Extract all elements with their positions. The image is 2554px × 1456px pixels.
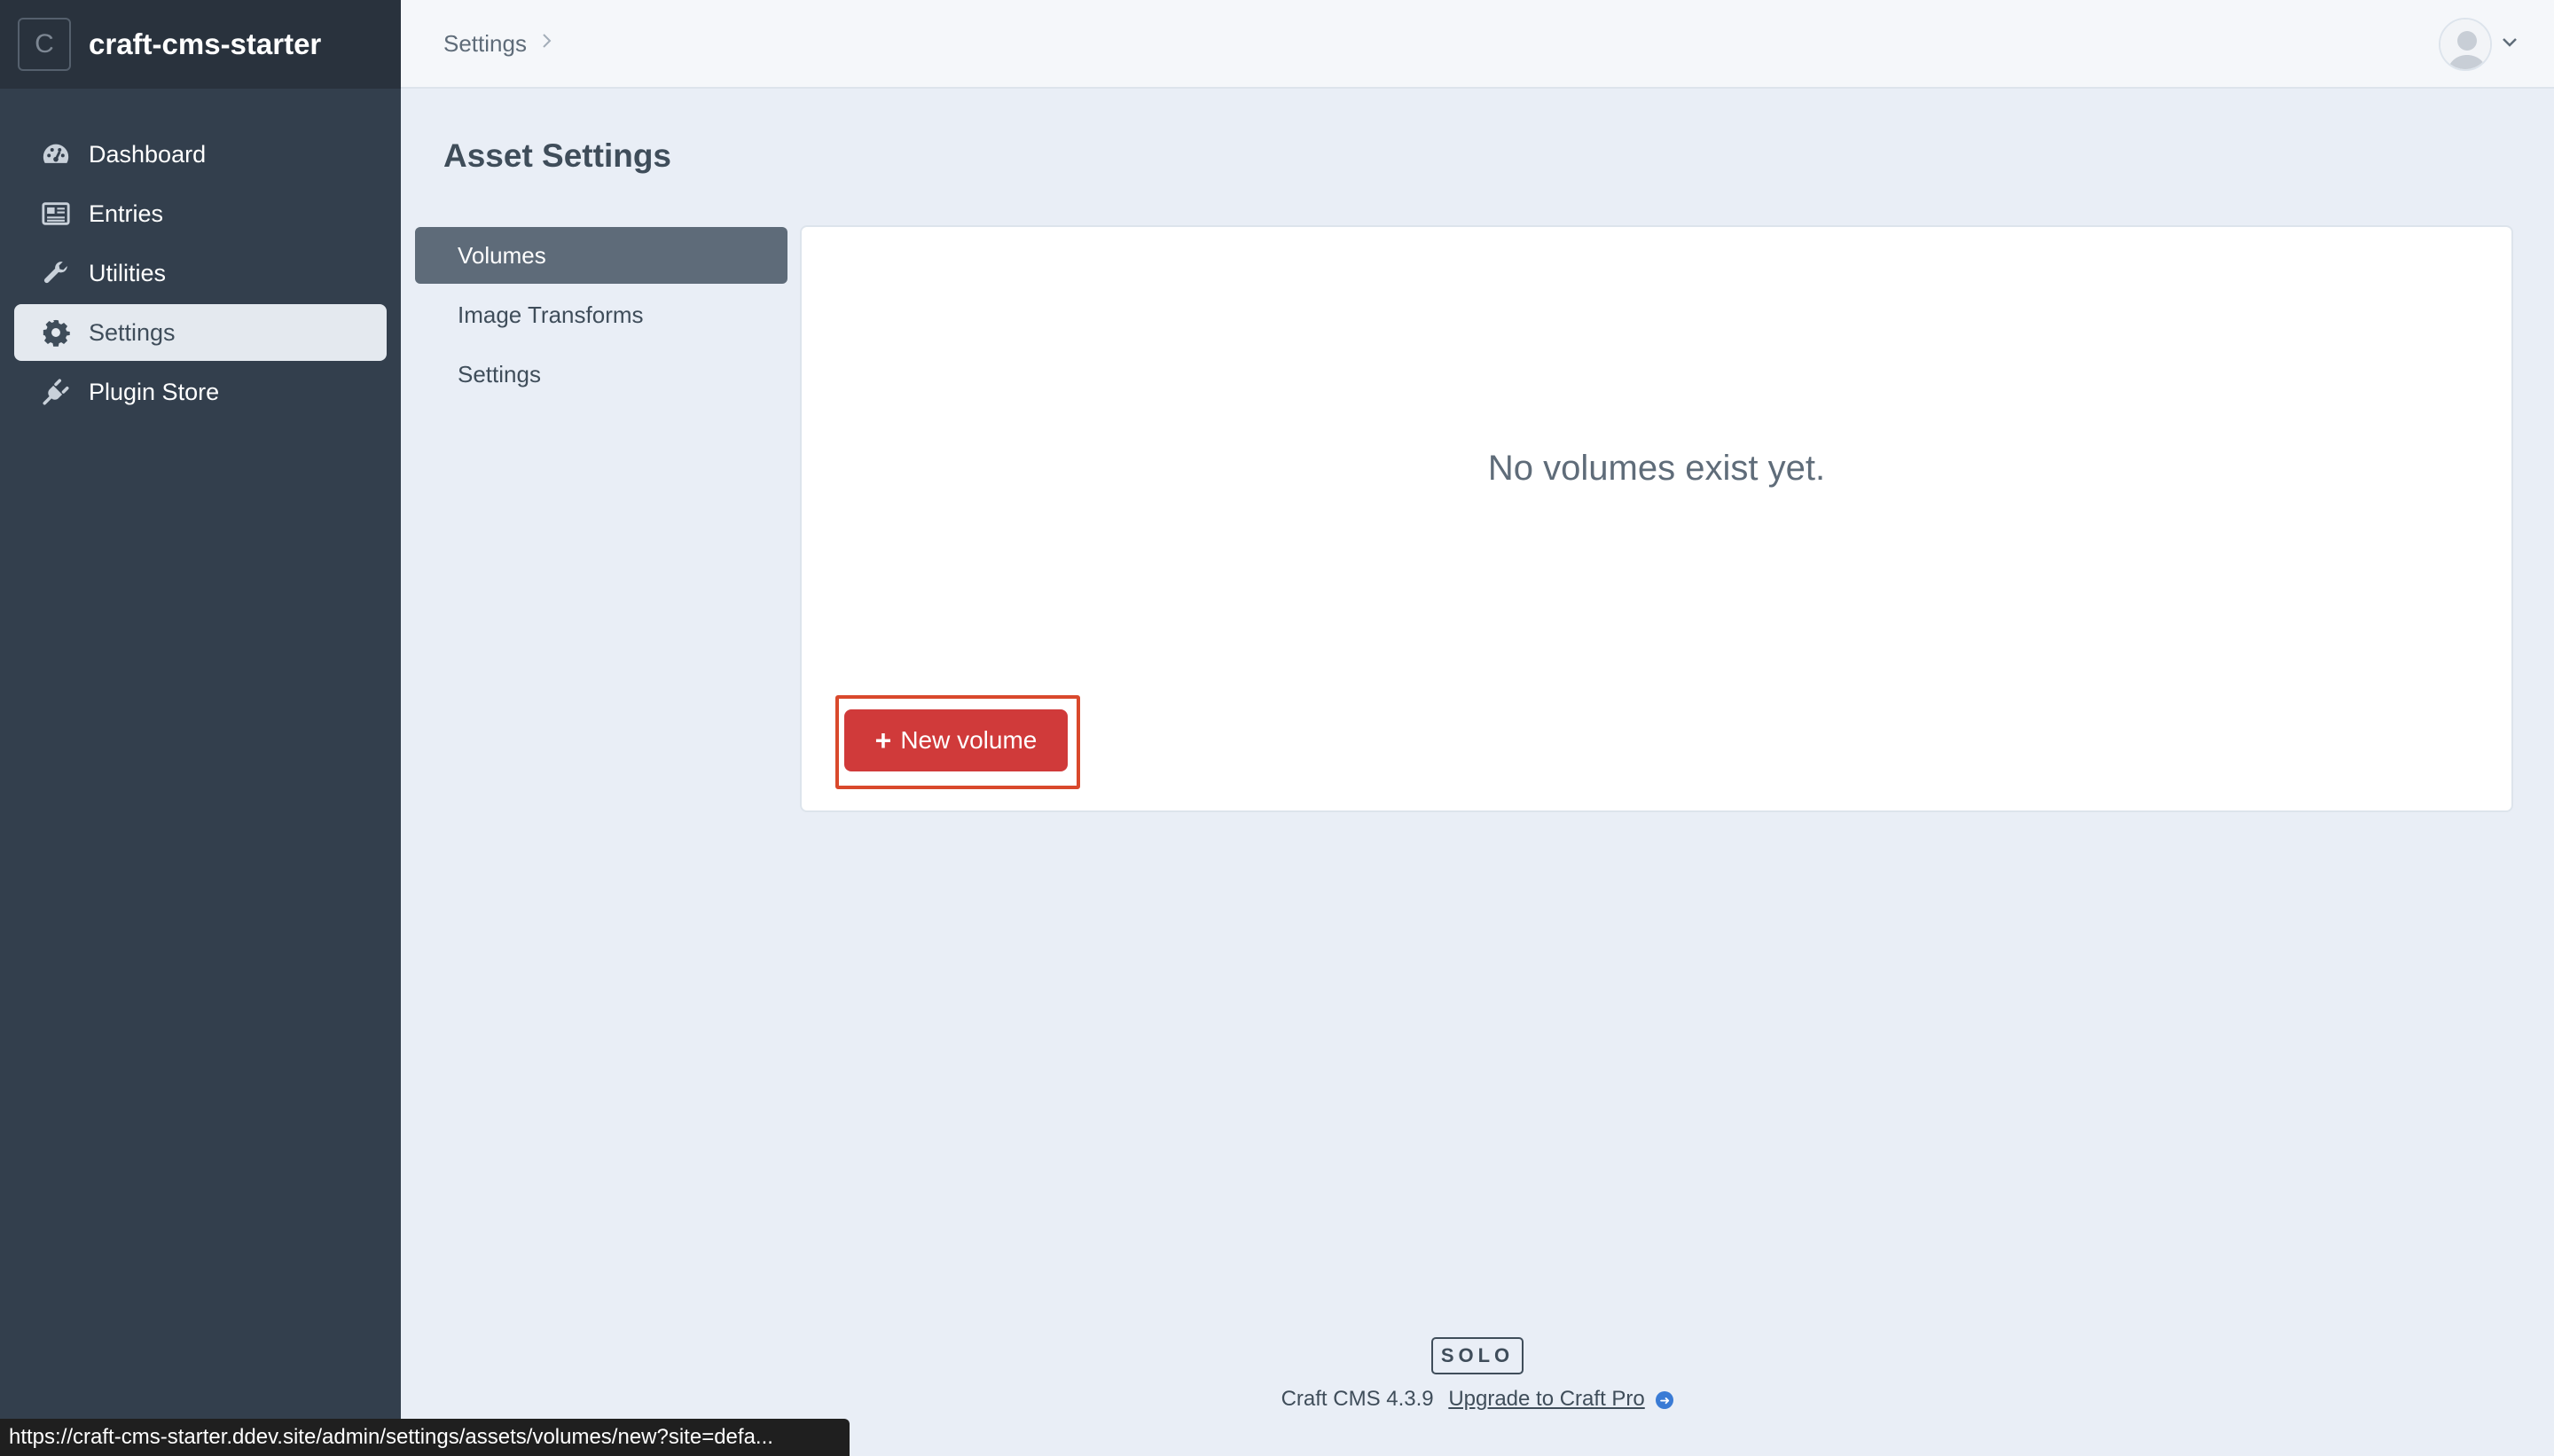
chevron-down-icon[interactable] [2501, 36, 2519, 53]
settings-subnav: Volumes Image Transforms Settings [415, 227, 787, 405]
gauge-icon [39, 137, 73, 171]
subnav-item-settings[interactable]: Settings [415, 346, 787, 403]
topbar: Settings [401, 0, 2554, 89]
nav-item-plugin-store[interactable]: Plugin Store [14, 364, 387, 420]
chevron-right-icon [541, 31, 553, 56]
sidebar-header: C craft-cms-starter [0, 0, 401, 89]
breadcrumb-settings[interactable]: Settings [443, 30, 527, 58]
page-title: Asset Settings [443, 137, 672, 174]
nav-label: Utilities [89, 259, 167, 286]
nav-label: Dashboard [89, 140, 207, 168]
main-nav: Dashboard Entries Utilities Settings Plu… [0, 126, 401, 420]
nav-item-entries[interactable]: Entries [14, 185, 387, 242]
nav-label: Settings [89, 318, 176, 346]
arrow-right-circle-icon: ➜ [1656, 1390, 1674, 1409]
empty-state-message: No volumes exist yet. [1487, 449, 1826, 488]
browser-status-url: https://craft-cms-starter.ddev.site/admi… [0, 1419, 850, 1456]
footer: Craft CMS 4.3.9 Upgrade to Craft Pro ➜ [0, 1387, 2554, 1412]
edition-badge: SOLO [1431, 1337, 1524, 1374]
site-name[interactable]: craft-cms-starter [89, 27, 321, 61]
newspaper-icon [39, 197, 73, 231]
wrench-icon [39, 256, 73, 290]
nav-item-utilities[interactable]: Utilities [14, 245, 387, 301]
plus-icon: + [874, 724, 892, 756]
sidebar: C craft-cms-starter Dashboard Entries Ut… [0, 0, 401, 1456]
new-volume-label: New volume [900, 726, 1038, 754]
upgrade-link[interactable]: Upgrade to Craft Pro [1448, 1387, 1644, 1411]
gear-icon [39, 316, 73, 349]
subnav-item-image-transforms[interactable]: Image Transforms [415, 286, 787, 343]
new-volume-button[interactable]: + New volume [844, 709, 1068, 771]
avatar[interactable] [2439, 18, 2492, 71]
nav-label: Plugin Store [89, 378, 220, 405]
subnav-item-volumes[interactable]: Volumes [415, 227, 787, 284]
nav-label: Entries [89, 200, 164, 227]
nav-item-dashboard[interactable]: Dashboard [14, 126, 387, 183]
nav-item-settings[interactable]: Settings [14, 304, 387, 361]
site-icon[interactable]: C [18, 18, 71, 71]
version-text: Craft CMS 4.3.9 [1281, 1387, 1434, 1411]
content-pane: No volumes exist yet. + New volume [800, 225, 2513, 812]
user-menu[interactable] [2439, 18, 2519, 71]
plug-icon [39, 375, 73, 409]
